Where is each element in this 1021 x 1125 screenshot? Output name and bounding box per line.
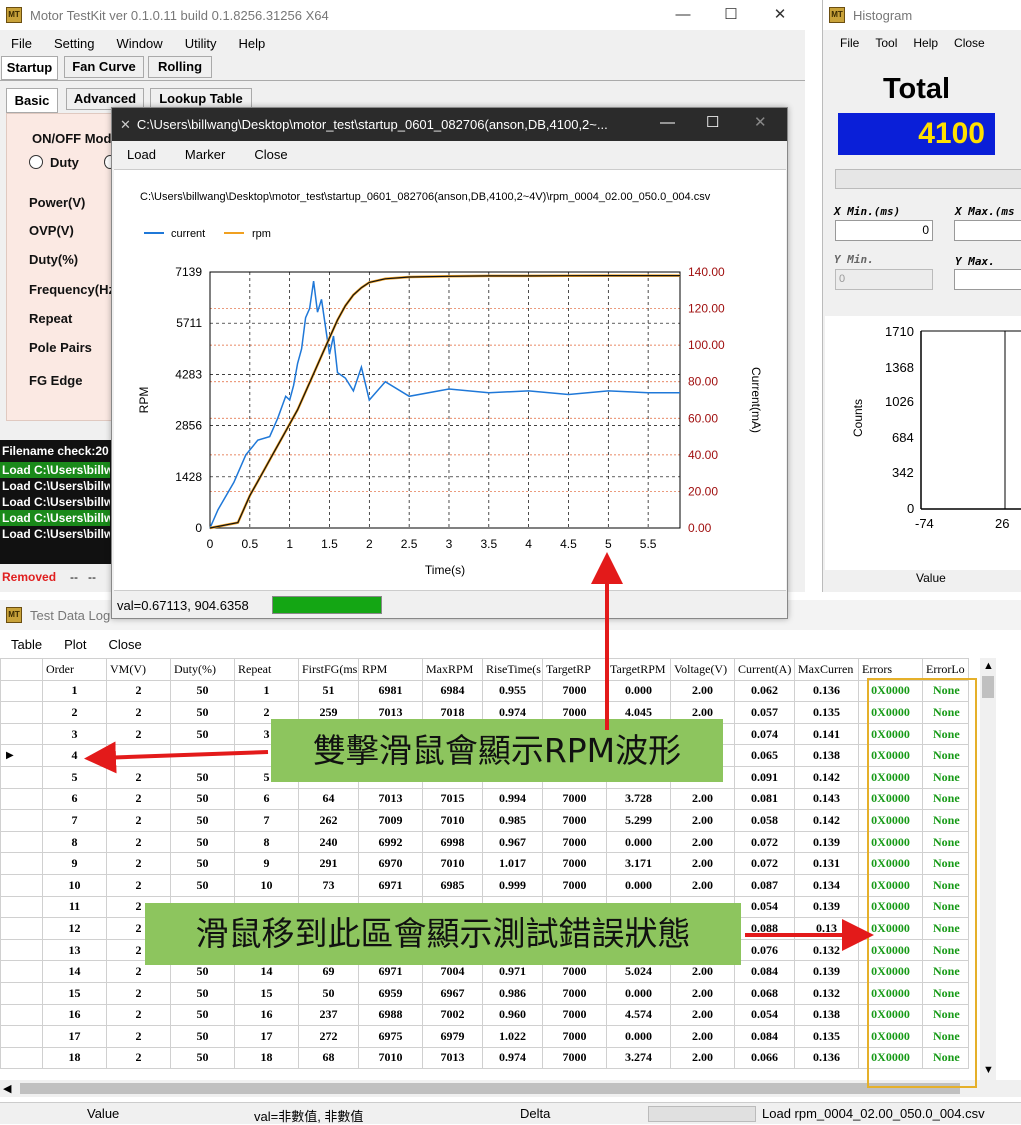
arrow-to-row <box>84 741 269 774</box>
annotation-arrows <box>84 552 874 951</box>
